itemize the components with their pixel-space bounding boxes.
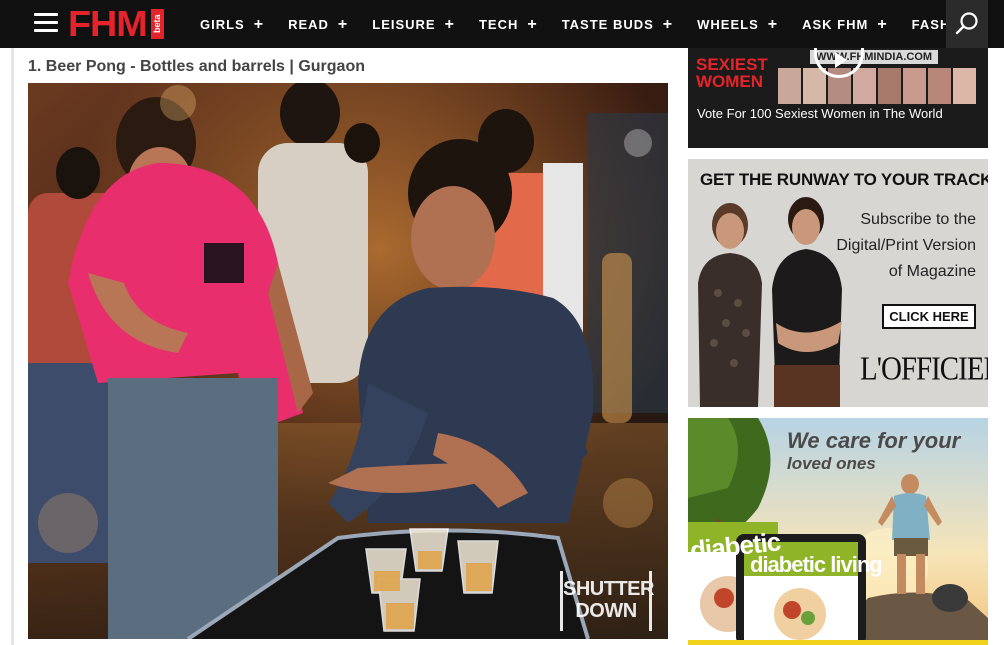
plus-icon[interactable]: +	[663, 16, 673, 32]
search-icon	[955, 12, 978, 35]
nav-item-label: LEISURE	[372, 16, 436, 32]
lofficiel-logo: L'OFFICIEL	[860, 350, 988, 388]
plus-icon[interactable]: +	[338, 16, 348, 32]
nav-item-leisure[interactable]: LEISURE +	[372, 16, 455, 32]
nav-item-ask-fhm[interactable]: ASK FHM +	[802, 16, 888, 32]
nav-item-label: TECH	[478, 16, 519, 32]
plus-icon[interactable]: +	[445, 16, 455, 32]
ad-headline-line-1: We care for your	[787, 428, 961, 453]
plus-icon[interactable]: +	[527, 16, 537, 32]
shutter-down-watermark: SHUTTER DOWN	[560, 571, 654, 631]
beta-badge: beta	[150, 9, 164, 39]
nav-item-label: WHEELS	[697, 16, 759, 32]
search-button[interactable]	[946, 0, 988, 48]
watermark-line-1: SHUTTER	[563, 578, 654, 600]
ad-title: SEXIEST WOMEN	[696, 56, 768, 90]
click-here-button[interactable]: CLICK HERE	[882, 304, 976, 329]
nav-item-girls[interactable]: GIRLS +	[200, 16, 264, 32]
plus-icon[interactable]: +	[877, 16, 887, 32]
main-nav: GIRLS + READ + LEISURE + TECH + TASTE BU…	[200, 0, 1000, 48]
runway-ad-headline: GET THE RUNWAY TO YOUR TRACK	[700, 170, 988, 189]
nav-item-label: ASK FHM	[802, 16, 869, 32]
nav-item-tech[interactable]: TECH +	[478, 16, 538, 32]
article-heading: 1. Beer Pong - Bottles and barrels | Gur…	[28, 58, 365, 75]
left-divider	[11, 48, 14, 645]
nav-item-wheels[interactable]: WHEELS +	[697, 16, 778, 32]
article-photo[interactable]: SHUTTER DOWN	[28, 83, 668, 639]
top-navbar: FHM beta GIRLS + READ + LEISURE + TECH +…	[0, 0, 1004, 48]
nav-item-label: GIRLS	[200, 16, 245, 32]
ad-headline-line-2: loved ones	[787, 454, 876, 473]
beer-pong-photo-illustration	[28, 83, 668, 639]
nav-item-label: TASTE BUDS	[561, 16, 654, 32]
video-ad-sexiest-women[interactable]: SEXIEST WOMEN WWW.FHMINDIA.COM Vote For …	[688, 48, 988, 148]
nav-item-read[interactable]: READ +	[288, 16, 348, 32]
hamburger-menu-icon[interactable]	[34, 13, 58, 32]
runway-magazine-ad[interactable]: GET THE RUNWAY TO YOUR TRACK Subscribe t…	[688, 159, 988, 407]
video-ad-caption[interactable]: Vote For 100 Sexiest Women in The World	[697, 106, 943, 121]
nav-item-taste-buds[interactable]: TASTE BUDS +	[561, 16, 673, 32]
plus-icon[interactable]: +	[254, 16, 264, 32]
plus-icon[interactable]: +	[768, 16, 778, 32]
magazine-front-title: diabetic living	[750, 552, 883, 577]
nav-item-label: READ	[288, 16, 329, 32]
ad-accent-bar	[688, 640, 988, 645]
ad-thumbnail-strip	[778, 68, 978, 104]
watermark-line-2: DOWN	[575, 600, 637, 622]
diabetic-living-ad[interactable]: diabetic diabetic living We care for you…	[688, 418, 988, 645]
ad-title-line-2: WOMEN	[696, 72, 764, 91]
fhm-logo[interactable]: FHM beta	[68, 3, 164, 44]
logo-text: FHM	[68, 3, 148, 44]
subscribe-text: Subscribe to the Digital/Print Version o…	[836, 211, 976, 280]
